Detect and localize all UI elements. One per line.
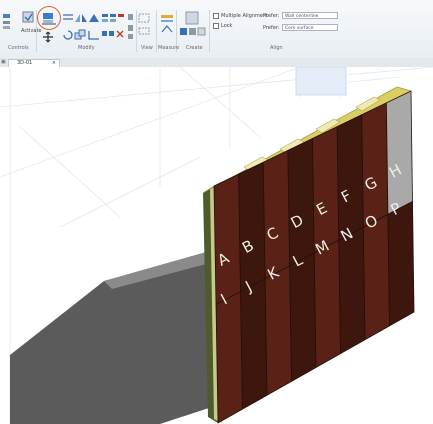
- move-icon[interactable]: [42, 31, 54, 43]
- group-separator: [156, 10, 157, 52]
- 3d-viewport[interactable]: ABCDEFGHIJKLMNOP: [0, 67, 433, 424]
- array-icon[interactable]: [101, 29, 125, 41]
- split-icon[interactable]: [101, 13, 125, 23]
- create-icon[interactable]: [178, 10, 208, 42]
- group-separator: [209, 10, 210, 52]
- group-label-modify: Modify: [78, 45, 95, 51]
- tab-3d-view[interactable]: 3D-01 ×: [8, 59, 60, 67]
- tab-3d-view-label: 3D-01: [17, 60, 33, 66]
- group-separator: [136, 10, 137, 52]
- copy-icon[interactable]: [74, 29, 86, 41]
- view-icon[interactable]: [138, 12, 152, 40]
- wall-panel: [313, 239, 341, 369]
- offset-icon[interactable]: [62, 12, 74, 24]
- measure-icon[interactable]: [160, 12, 174, 40]
- group-separator: [36, 10, 37, 52]
- group-label-align: Align: [270, 45, 283, 51]
- wall-panel: [387, 200, 415, 327]
- activate-icon[interactable]: [21, 10, 35, 24]
- trim-icon[interactable]: [88, 29, 100, 41]
- wall-panel: [385, 90, 413, 216]
- mirror-draw-icon[interactable]: [88, 12, 100, 24]
- background-blue-slab: [295, 67, 347, 96]
- group-label-controls: Controls: [8, 45, 29, 51]
- group-label-view: View: [141, 45, 153, 51]
- wall-panel: [289, 252, 317, 383]
- prefer2-select[interactable]: Core surface: [282, 24, 338, 31]
- lock-label: Lock: [221, 23, 233, 29]
- rotate-icon[interactable]: [62, 29, 74, 41]
- wall-panel: [213, 173, 241, 306]
- multiple-alignment-checkbox[interactable]: [213, 13, 219, 19]
- wall-panel: [336, 114, 364, 241]
- multiple-alignment-label: Multiple Alignment: [221, 13, 269, 19]
- wall-panel: [287, 137, 315, 267]
- wall-panel: [312, 125, 340, 254]
- ribbon-toolbar: Activate Multiple Alignment Lock Prefer:…: [0, 0, 433, 59]
- wall-panel: [264, 265, 292, 396]
- group-label-create: Create: [186, 45, 203, 51]
- prefer-label: Prefer:: [263, 13, 280, 19]
- activate-label: Activate: [21, 28, 42, 34]
- wall-panel: [215, 290, 243, 424]
- panel-grid: [213, 90, 415, 424]
- lock-checkbox[interactable]: [213, 23, 219, 29]
- wall-panel: [361, 102, 389, 228]
- prefer-select[interactable]: Wall centerline: [282, 12, 338, 19]
- modify-arrows-icon[interactable]: [2, 12, 12, 32]
- wall-panel: [362, 213, 390, 341]
- 3d-model-canvas: ABCDEFGHIJKLMNOP: [0, 67, 433, 424]
- group-label-measure: Measure: [158, 45, 180, 51]
- prefer2-label: Prefer:: [263, 25, 280, 31]
- close-icon[interactable]: ×: [52, 60, 56, 67]
- wall-panel: [238, 161, 266, 293]
- view-cube-icon[interactable]: ▣: [1, 59, 6, 65]
- wall-panel: [262, 149, 291, 280]
- wall-shadow: [10, 251, 212, 424]
- highlight-ring: [37, 6, 61, 30]
- wall-panel: [338, 226, 366, 355]
- mirror-icon[interactable]: [74, 12, 88, 24]
- wall-panel: [240, 278, 268, 410]
- pin-icon[interactable]: [127, 13, 135, 41]
